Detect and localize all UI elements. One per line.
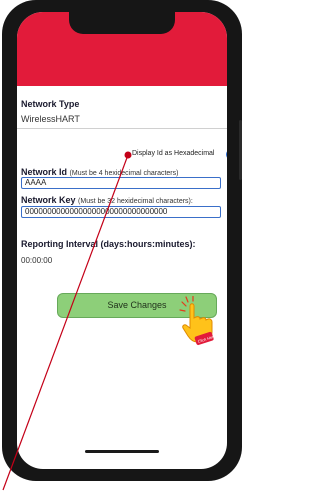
network-type-value[interactable]: WirelessHART — [21, 114, 80, 124]
network-id-hint: (Must be 4 hexidecimal characters) — [69, 170, 179, 177]
network-id-row: Network Id (Must be 4 hexidecimal charac… — [21, 167, 178, 177]
network-key-input[interactable]: 00000000000000000000000000000000 — [21, 206, 221, 218]
network-key-row: Network Key (Must be 32 hexidecimal char… — [21, 195, 193, 205]
network-id-label: Network Id — [21, 167, 68, 177]
network-key-hint: (Must be 32 hexidecimal characters): — [78, 198, 193, 205]
network-id-input[interactable]: AAAA — [21, 177, 221, 189]
side-button — [239, 120, 242, 180]
reporting-interval-label: Reporting Interval (days:hours:minutes): — [21, 239, 196, 249]
network-type-label: Network Type — [21, 99, 80, 109]
display-hex-label: Display Id as Hexadecimal — [132, 150, 215, 157]
phone-frame: Network Type WirelessHART Display Id as … — [2, 0, 242, 481]
divider — [17, 128, 227, 129]
app-screen: Network Type WirelessHART Display Id as … — [17, 12, 227, 469]
display-hex-checkbox[interactable]: ✓ — [226, 149, 227, 160]
network-key-label: Network Key — [21, 195, 76, 205]
home-indicator — [85, 450, 159, 453]
phone-notch — [69, 12, 175, 34]
reporting-interval-value[interactable]: 00:00:00 — [21, 256, 52, 265]
tap-hand-icon: Click Here — [179, 296, 217, 346]
